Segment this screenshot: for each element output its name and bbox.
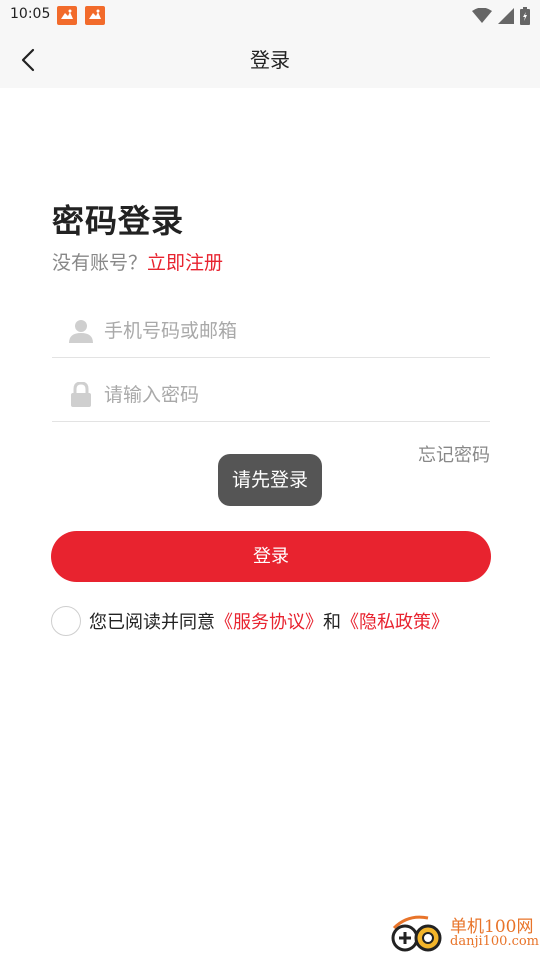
battery-icon — [520, 7, 530, 25]
register-link[interactable]: 立即注册 — [147, 252, 223, 274]
watermark-logo-icon — [391, 915, 442, 952]
notification-app-icon — [85, 6, 105, 25]
agreement-row: 您已阅读并同意《服务协议》和《隐私政策》 — [51, 606, 449, 636]
user-icon — [69, 320, 93, 343]
watermark: 单机100网 danji100.com — [388, 912, 540, 956]
account-field — [52, 302, 490, 358]
account-input[interactable] — [104, 316, 484, 346]
forgot-password-link[interactable]: 忘记密码 — [418, 441, 490, 467]
watermark-url: danji100.com — [450, 934, 540, 949]
status-bar: 10:05 — [0, 0, 540, 32]
chevron-left-icon — [21, 48, 35, 72]
login-button[interactable]: 登录 — [51, 531, 491, 582]
privacy-policy-link[interactable]: 《隐私政策》 — [341, 612, 449, 633]
agreement-prefix: 您已阅读并同意 — [89, 612, 215, 633]
signal-icon — [498, 8, 514, 24]
status-time: 10:05 — [10, 6, 51, 22]
notification-app-icon — [57, 6, 77, 25]
password-input[interactable] — [104, 380, 484, 410]
app-header: 登录 — [0, 32, 540, 88]
agreement-connector: 和 — [323, 612, 341, 633]
agreement-checkbox[interactable] — [51, 606, 81, 636]
lock-icon — [71, 382, 91, 407]
service-agreement-link[interactable]: 《服务协议》 — [215, 612, 323, 633]
system-icons — [472, 6, 530, 26]
wifi-icon — [472, 8, 492, 23]
no-account-text: 没有账号？ — [52, 252, 148, 274]
back-button[interactable] — [12, 44, 44, 76]
page-title: 登录 — [250, 48, 290, 72]
toast-message: 请先登录 — [218, 454, 322, 506]
password-field — [52, 366, 490, 422]
login-heading: 密码登录 — [52, 202, 185, 240]
agreement-text: 您已阅读并同意《服务协议》和《隐私政策》 — [89, 608, 449, 634]
register-line: 没有账号？立即注册 — [52, 248, 223, 275]
